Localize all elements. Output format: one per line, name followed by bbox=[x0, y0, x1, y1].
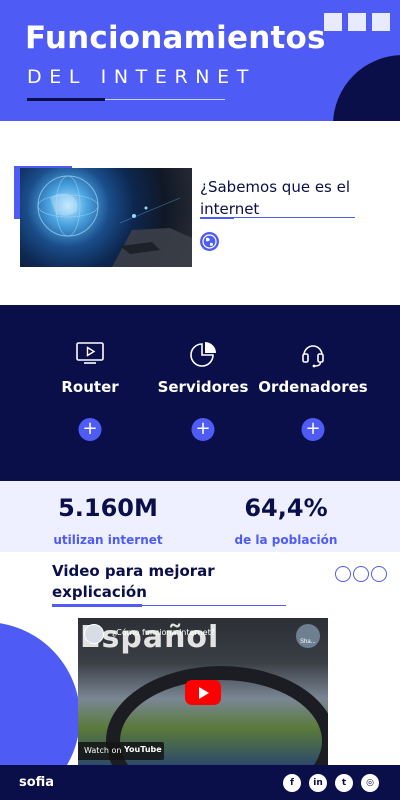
title-underline-thin bbox=[105, 99, 225, 100]
feature-ordenadores: Ordenadores + bbox=[253, 305, 373, 481]
author-name: sofia bbox=[19, 775, 55, 790]
play-button[interactable] bbox=[185, 680, 221, 705]
share-label[interactable]: Sha... bbox=[300, 639, 316, 645]
decor-square bbox=[372, 13, 390, 31]
decor-circle bbox=[333, 55, 400, 121]
stats-section: 5.160M utilizan internet 64,4% de la pob… bbox=[0, 481, 400, 552]
stat-value: 64,4% bbox=[244, 494, 328, 522]
video-section: Video para mejorar explicación Español ¿… bbox=[0, 552, 400, 765]
decor-square bbox=[324, 13, 342, 31]
page-subtitle: DEL INTERNET bbox=[27, 66, 256, 88]
expand-servidores-button[interactable]: + bbox=[191, 418, 215, 441]
page-title: Funcionamientos bbox=[25, 20, 326, 56]
pie-chart-icon bbox=[189, 341, 217, 374]
stat-users: 5.160M utilizan internet bbox=[18, 481, 198, 552]
decor-dots bbox=[335, 566, 389, 587]
video-section-title: Video para mejorar explicación bbox=[52, 562, 215, 601]
footer: sofia f in t ◎ bbox=[0, 765, 400, 800]
linkedin-icon[interactable]: in bbox=[309, 774, 327, 792]
channel-avatar[interactable] bbox=[84, 624, 104, 644]
question-underline bbox=[200, 217, 234, 219]
feature-label: Ordenadores bbox=[258, 378, 368, 396]
stat-population: 64,4% de la población bbox=[196, 481, 376, 552]
watch-label: Watch on bbox=[84, 746, 122, 755]
globe-hand-photo bbox=[20, 168, 192, 267]
facebook-icon[interactable]: f bbox=[283, 774, 301, 792]
feature-router: Router + bbox=[30, 305, 150, 481]
decor-dot bbox=[353, 566, 369, 582]
instagram-icon[interactable]: ◎ bbox=[361, 774, 379, 792]
decor-circle bbox=[0, 622, 80, 765]
title-underline bbox=[27, 98, 105, 101]
feature-label: Router bbox=[61, 378, 119, 396]
decor-square bbox=[348, 13, 366, 31]
video-title-underline bbox=[52, 604, 142, 607]
expand-router-button[interactable]: + bbox=[78, 418, 102, 441]
stat-caption: de la población bbox=[234, 533, 338, 547]
watch-on-youtube-button[interactable]: Watch on YouTube bbox=[78, 742, 164, 760]
globe-icon[interactable] bbox=[200, 232, 219, 251]
video-title[interactable]: ¿Cómo funciona Internet? bbox=[112, 628, 215, 637]
twitter-icon[interactable]: t bbox=[335, 774, 353, 792]
decor-dot bbox=[371, 566, 387, 582]
stat-value: 5.160M bbox=[58, 494, 158, 522]
feature-servidores: Servidores + bbox=[143, 305, 263, 481]
video-title-underline-thin bbox=[142, 605, 286, 606]
stat-caption: utilizan internet bbox=[53, 533, 163, 547]
question-underline-thin bbox=[234, 217, 355, 218]
intro-question: ¿Sabemos que es el internet bbox=[200, 178, 351, 218]
feature-label: Servidores bbox=[157, 378, 249, 396]
decor-dot bbox=[335, 566, 351, 582]
monitor-play-icon bbox=[75, 341, 105, 370]
intro-section: ¿Sabemos que es el internet bbox=[0, 121, 400, 305]
headset-icon bbox=[301, 341, 325, 374]
features-section: Router + Servidores + Ordenadores + bbox=[0, 305, 400, 481]
youtube-logo: YouTube bbox=[124, 745, 162, 754]
expand-ordenadores-button[interactable]: + bbox=[301, 418, 325, 441]
header: Funcionamientos DEL INTERNET bbox=[0, 0, 400, 121]
youtube-embed[interactable]: Español ¿Cómo funciona Internet? Sha... … bbox=[78, 618, 328, 765]
